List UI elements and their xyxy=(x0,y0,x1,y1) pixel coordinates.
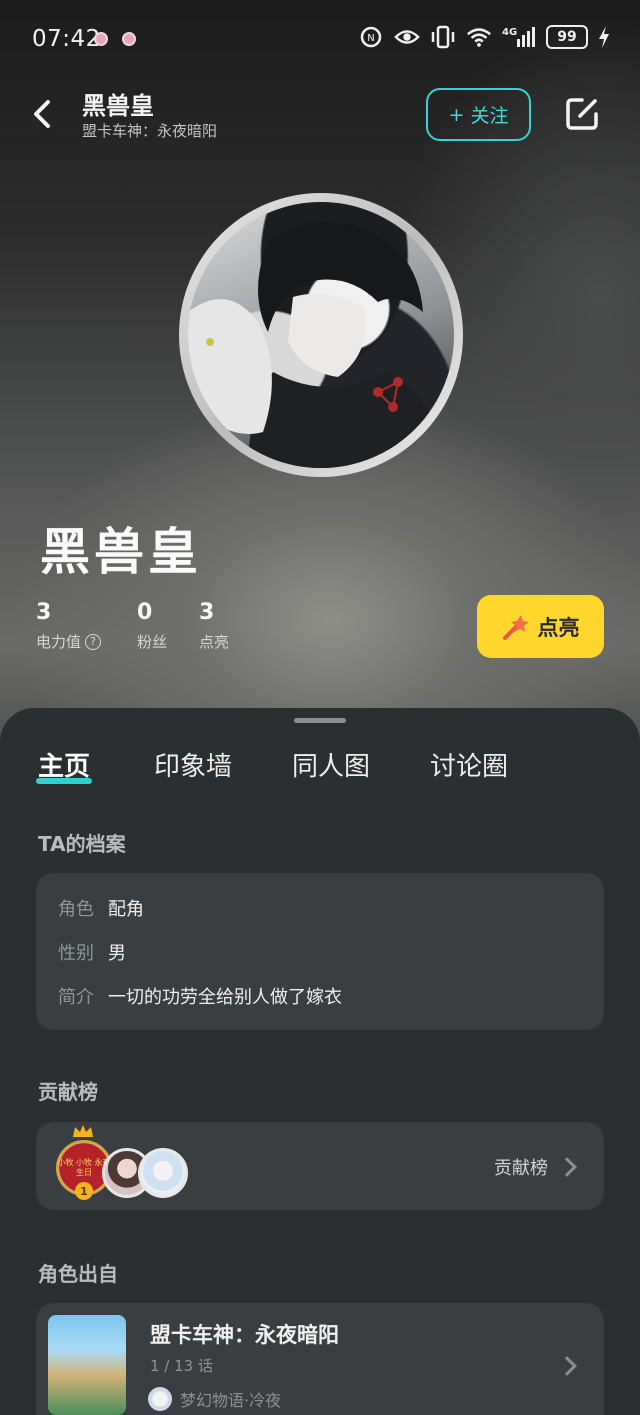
status-bar: 07:42 N 4G 99 xyxy=(0,0,640,78)
chevron-right-icon xyxy=(557,1157,577,1177)
status-time: 07:42 xyxy=(32,26,101,52)
active-tab-indicator xyxy=(36,778,92,784)
stat-value: 0 xyxy=(137,600,153,625)
stat-value: 3 xyxy=(36,600,52,625)
work-author[interactable]: 梦幻物语·冷夜 xyxy=(148,1387,281,1411)
notification-icon xyxy=(94,32,108,46)
work-cover-image xyxy=(48,1315,126,1415)
chevron-left-icon xyxy=(34,100,50,128)
character-name: 黑兽皇 xyxy=(40,523,202,581)
header-subtitle: 盟卡车神：永夜暗阳 xyxy=(82,122,218,140)
tab-impression-wall[interactable]: 印象墙 xyxy=(154,746,232,783)
archive-key: 简介 xyxy=(58,987,94,1008)
back-button[interactable] xyxy=(22,94,62,134)
stat-fans[interactable]: 0 粉丝 xyxy=(137,600,167,652)
tab-bar: 主页 印象墙 同人图 讨论圈 xyxy=(0,746,640,796)
nfc-icon: N xyxy=(358,24,384,50)
signal-icon: 4G xyxy=(502,24,536,50)
eye-icon xyxy=(394,24,420,50)
magic-wand-icon xyxy=(502,614,529,640)
archive-value: 男 xyxy=(108,943,126,964)
notification-icon xyxy=(122,32,136,46)
archive-key: 性别 xyxy=(58,943,94,964)
follow-label: 关注 xyxy=(470,105,509,127)
contribution-link-label[interactable]: 贡献榜 xyxy=(494,1154,548,1180)
rank-badge: 1 xyxy=(75,1182,93,1200)
work-title: 盟卡车神：永夜暗阳 xyxy=(150,1323,339,1347)
contributor-avatar[interactable] xyxy=(138,1148,188,1198)
stat-label: 点亮 xyxy=(199,633,230,651)
archive-key: 角色 xyxy=(58,899,94,920)
svg-text:N: N xyxy=(367,33,374,44)
archive-value: 一切的功劳全给别人做了嫁衣 xyxy=(108,987,342,1008)
chevron-right-icon xyxy=(557,1356,577,1376)
author-avatar xyxy=(148,1387,172,1411)
crown-icon xyxy=(73,1125,93,1137)
charging-icon xyxy=(598,24,610,50)
character-avatar[interactable] xyxy=(179,193,463,477)
stat-label: 粉丝 xyxy=(137,633,168,651)
stat-value: 3 xyxy=(199,600,215,625)
tab-discussion[interactable]: 讨论圈 xyxy=(430,746,508,783)
work-progress: 1 / 13 话 xyxy=(150,1357,213,1375)
plus-icon: + xyxy=(448,103,465,126)
stat-power[interactable]: 3 电力值? xyxy=(36,600,102,652)
follow-button[interactable]: + 关注 xyxy=(426,88,531,141)
stat-label: 电力值 xyxy=(36,633,82,651)
archive-value: 配角 xyxy=(108,899,144,920)
archive-title: TA的档案 xyxy=(38,832,126,856)
tab-fan-art[interactable]: 同人图 xyxy=(292,746,370,783)
battery-icon: 99 xyxy=(546,25,588,49)
archive-card: 角色 配角 性别 男 简介 一切的功劳全给别人做了嫁衣 xyxy=(36,873,604,1030)
light-up-label: 点亮 xyxy=(537,615,580,640)
stat-lights[interactable]: 3 点亮 xyxy=(199,600,229,652)
archive-row-intro: 简介 一切的功劳全给别人做了嫁衣 xyxy=(58,983,342,1009)
contribution-title: 贡献榜 xyxy=(38,1080,98,1104)
sheet-drag-handle[interactable] xyxy=(294,718,346,723)
author-name: 梦幻物语·冷夜 xyxy=(180,1391,282,1410)
light-up-button[interactable]: 点亮 xyxy=(477,595,604,658)
origin-title: 角色出自 xyxy=(38,1262,118,1286)
archive-row-gender: 性别 男 xyxy=(58,939,126,965)
help-icon[interactable]: ? xyxy=(85,633,102,650)
contribution-card[interactable]: 小牧 小牧 永夜 生日 1 贡献榜 xyxy=(36,1122,604,1210)
archive-row-role: 角色 配角 xyxy=(58,895,144,921)
vibrate-icon xyxy=(430,24,456,50)
header-title: 黑兽皇 xyxy=(82,92,154,120)
character-avatar-image xyxy=(188,202,454,468)
profile-sheet: 主页 印象墙 同人图 讨论圈 TA的档案 角色 配角 性别 男 简介 一切的功劳… xyxy=(0,708,640,1415)
origin-card[interactable]: 盟卡车神：永夜暗阳 1 / 13 话 梦幻物语·冷夜 xyxy=(36,1303,604,1415)
wifi-icon xyxy=(466,24,492,50)
svg-text:4G: 4G xyxy=(502,27,517,38)
edit-icon[interactable] xyxy=(562,94,602,134)
